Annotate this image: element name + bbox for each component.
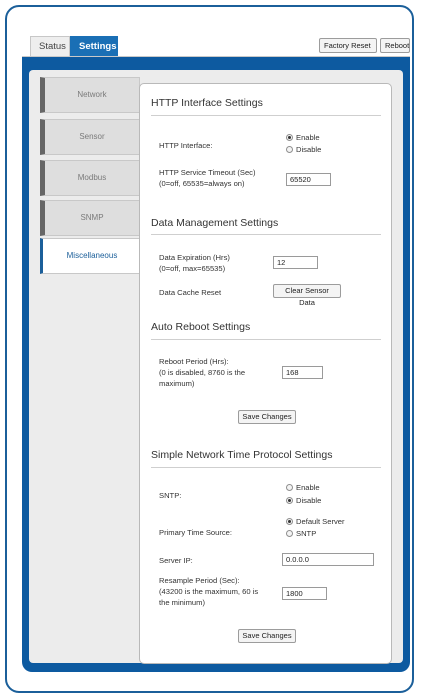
server-ip-label: Server IP: bbox=[159, 556, 193, 565]
sntp-section-title: Simple Network Time Protocol Settings bbox=[151, 449, 333, 461]
auto-reboot-section-title: Auto Reboot Settings bbox=[151, 321, 251, 333]
http-timeout-input[interactable]: 65520 bbox=[286, 173, 331, 186]
data-expiration-label: Data Expiration (Hrs) (0=off, max=65535) bbox=[159, 253, 230, 273]
auto-reboot-section-divider bbox=[151, 339, 381, 340]
reboot-period-input[interactable]: 168 bbox=[282, 366, 323, 379]
http-section-title: HTTP Interface Settings bbox=[151, 97, 263, 109]
sidebar-item-miscellaneous[interactable]: Miscellaneous bbox=[40, 238, 141, 274]
factory-reset-button[interactable]: Factory Reset bbox=[319, 38, 377, 53]
source-default-server-radio[interactable] bbox=[286, 518, 293, 525]
source-sntp-radio[interactable] bbox=[286, 530, 293, 537]
http-section-divider bbox=[151, 115, 381, 116]
top-tab-bar: Status Settings Factory Reset Reboot bbox=[22, 36, 410, 57]
data-management-section-title: Data Management Settings bbox=[151, 217, 279, 229]
tab-settings[interactable]: Settings bbox=[70, 36, 118, 56]
data-cache-reset-label: Data Cache Reset bbox=[159, 288, 222, 297]
clear-sensor-data-button[interactable]: Clear Sensor Data bbox=[273, 284, 341, 307]
sntp-disable-radio[interactable] bbox=[286, 497, 293, 504]
http-interface-label: HTTP Interface: bbox=[159, 141, 213, 150]
sntp-enable-radio[interactable] bbox=[286, 484, 293, 491]
reboot-period-label: Reboot Period (Hrs): (0 is disabled, 876… bbox=[159, 357, 246, 388]
data-management-section-divider bbox=[151, 234, 381, 235]
http-disable-option[interactable]: Disable bbox=[286, 145, 321, 155]
sntp-enable-option[interactable]: Enable bbox=[286, 483, 320, 493]
http-enable-option[interactable]: Enable bbox=[286, 133, 320, 143]
sntp-save-changes-button[interactable]: Save Changes bbox=[238, 629, 296, 643]
miscellaneous-content: HTTP Interface Settings HTTP Interface: … bbox=[139, 83, 392, 664]
sidebar-item-network[interactable]: Network bbox=[40, 77, 140, 113]
data-expiration-input[interactable]: 12 bbox=[273, 256, 318, 269]
sntp-disable-option[interactable]: Disable bbox=[286, 496, 321, 506]
http-timeout-label: HTTP Service Timeout (Sec) (0=off, 65535… bbox=[159, 168, 256, 188]
resample-period-input[interactable]: 1800 bbox=[282, 587, 327, 600]
tab-status[interactable]: Status bbox=[30, 36, 70, 56]
source-default-server-option[interactable]: Default Server bbox=[286, 517, 345, 527]
reboot-save-changes-button[interactable]: Save Changes bbox=[238, 410, 296, 424]
sidebar-item-snmp[interactable]: SNMP bbox=[40, 200, 140, 236]
sidebar-item-sensor[interactable]: Sensor bbox=[40, 119, 140, 155]
resample-period-label: Resample Period (Sec): (43200 is the max… bbox=[159, 576, 259, 607]
primary-time-source-label: Primary Time Source: bbox=[159, 528, 233, 537]
reboot-button[interactable]: Reboot bbox=[380, 38, 410, 53]
source-sntp-option[interactable]: SNTP bbox=[286, 529, 316, 539]
sidebar-item-modbus[interactable]: Modbus bbox=[40, 160, 140, 196]
sntp-label: SNTP: bbox=[159, 491, 182, 500]
http-enable-radio[interactable] bbox=[286, 134, 293, 141]
server-ip-input[interactable]: 0.0.0.0 bbox=[282, 553, 374, 566]
sntp-section-divider bbox=[151, 467, 381, 468]
http-disable-radio[interactable] bbox=[286, 146, 293, 153]
